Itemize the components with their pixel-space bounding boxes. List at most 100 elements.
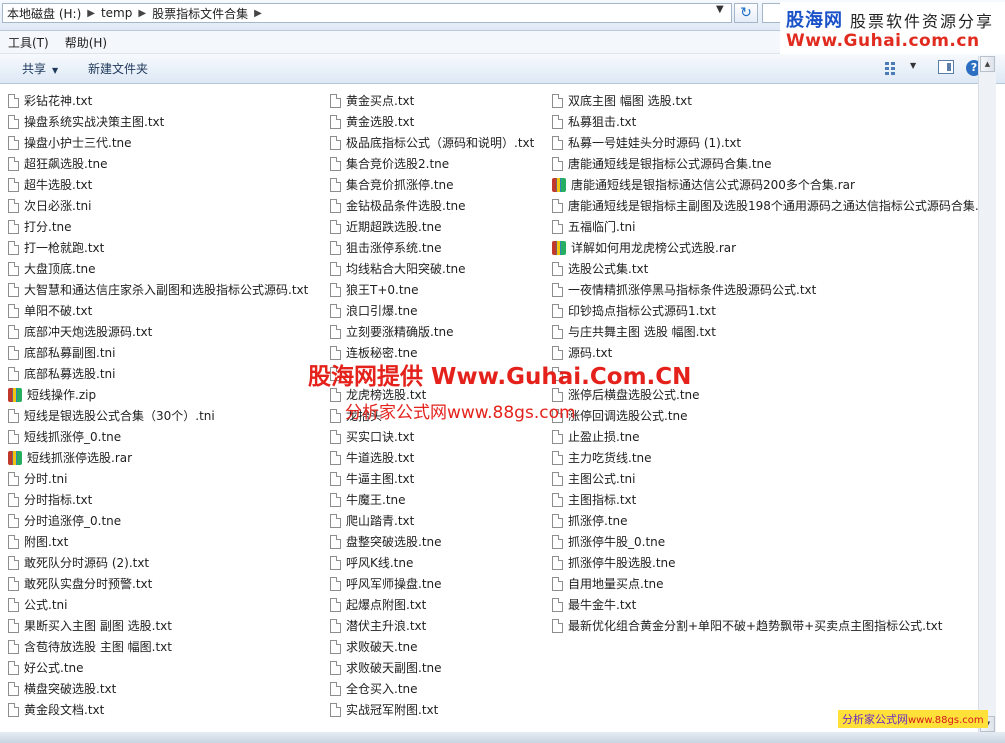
file-item[interactable]: 好公式.tne [8,657,308,678]
file-item[interactable]: 五福临门.tni [552,216,978,237]
file-item[interactable]: 潜伏主升浪.txt [330,615,534,636]
file-item[interactable]: 单阳不破.txt [8,300,308,321]
file-item[interactable]: 附图.txt [8,531,308,552]
file-item[interactable]: 选股公式集.txt [552,258,978,279]
file-item[interactable]: 狼王T+0.tne [330,279,534,300]
file-item[interactable]: 抓涨停牛股_0.tne [552,531,978,552]
file-item[interactable]: 呼风K线.tne [330,552,534,573]
menu-tools[interactable]: 工具(T) [8,34,49,51]
breadcrumb[interactable]: 本地磁盘 (H:) ▶ temp ▶ 股票指标文件合集 ▶ [2,3,732,23]
file-item[interactable]: 黄金段文档.txt [8,699,308,720]
breadcrumb-chevron-icon[interactable]: ▶ [254,8,262,19]
text-file-icon [330,450,341,465]
file-item[interactable]: 次日必涨.tni [8,195,308,216]
file-item[interactable]: 全仓买入.tne [330,678,534,699]
share-button[interactable]: 共享 ▼ [22,60,58,77]
file-item[interactable]: 近期超跌选股.tne [330,216,534,237]
file-item[interactable]: 牛魔王.tne [330,489,534,510]
file-item[interactable]: 短线是银选股公式合集（30个）.tni [8,405,308,426]
file-item[interactable]: 短线抓涨停_0.tne [8,426,308,447]
file-item[interactable]: 止盈止损.tne [552,426,978,447]
file-item[interactable]: 大智慧和通达信庄家杀入副图和选股指标公式源码.txt [8,279,308,300]
file-item[interactable]: 浪口引爆.tne [330,300,534,321]
file-item[interactable]: 彩钻花神.txt [8,90,308,111]
file-item[interactable]: 牛道选股.txt [330,447,534,468]
file-item[interactable]: 短线操作.zip [8,384,308,405]
file-item[interactable]: 操盘系统实战决策主图.txt [8,111,308,132]
file-item[interactable]: 主图公式.tni [552,468,978,489]
new-folder-button[interactable]: 新建文件夹 [88,60,148,77]
breadcrumb-current-folder[interactable]: 股票指标文件合集 [152,5,248,22]
file-item[interactable]: 盘整突破选股.tne [330,531,534,552]
file-item[interactable]: 一夜情精抓涨停黑马指标条件选股源码公式.txt [552,279,978,300]
refresh-icon[interactable]: ↻ [734,3,758,23]
file-item[interactable]: 敢死队分时源码 (2).txt [8,552,308,573]
breadcrumb-chevron-icon[interactable]: ▶ [138,8,146,19]
file-item[interactable]: 实战冠军附图.txt [330,699,534,720]
file-item[interactable]: 涨停回调选股公式.tne [552,405,978,426]
file-item[interactable]: 唐能通短线是银指标通达信公式源码200多个合集.rar [552,174,978,195]
file-item[interactable]: 大盘顶底.tne [8,258,308,279]
file-item[interactable]: 底部冲天炮选股源码.txt [8,321,308,342]
breadcrumb-chevron-icon[interactable]: ▶ [87,8,95,19]
address-dropdown-icon[interactable]: ▼ [716,4,730,22]
file-item[interactable]: 狙击涨停系统.tne [330,237,534,258]
file-item[interactable]: 黄金选股.txt [330,111,534,132]
file-item[interactable]: 私募一号娃娃头分时源码 (1).txt [552,132,978,153]
text-file-icon [8,534,19,549]
file-item[interactable]: 超牛选股.txt [8,174,308,195]
file-item[interactable]: 起爆点附图.txt [330,594,534,615]
file-name: 大盘顶底.tne [24,262,96,276]
file-item[interactable]: 主力吃货线.tne [552,447,978,468]
breadcrumb-drive[interactable]: 本地磁盘 (H:) [7,5,81,22]
view-options-icon[interactable] [884,61,900,75]
file-item[interactable]: 底部私募副图.tni [8,342,308,363]
file-item[interactable]: 立刻要涨精确版.tne [330,321,534,342]
file-item[interactable]: 双底主图 幅图 选股.txt [552,90,978,111]
file-item[interactable]: 详解如何用龙虎榜公式选股.rar [552,237,978,258]
file-item[interactable]: 公式.tni [8,594,308,615]
file-item[interactable]: 打分.tne [8,216,308,237]
file-item[interactable]: 抓涨停.tne [552,510,978,531]
file-item[interactable]: 自用地量买点.tne [552,573,978,594]
file-item[interactable]: 呼风军师操盘.tne [330,573,534,594]
file-item[interactable]: 果断买入主图 副图 选股.txt [8,615,308,636]
file-item[interactable]: 爬山踏青.txt [330,510,534,531]
breadcrumb-temp[interactable]: temp [101,6,132,20]
file-item[interactable]: 底部私募选股.tni [8,363,308,384]
menu-help[interactable]: 帮助(H) [65,34,107,51]
file-item[interactable]: 集合竞价选股2.tne [330,153,534,174]
file-item[interactable]: 唐能通短线是银指标公式源码合集.tne [552,153,978,174]
file-item[interactable]: 分时追涨停_0.tne [8,510,308,531]
scroll-up-icon[interactable]: ▲ [980,56,995,72]
file-item[interactable]: 含苞待放选股 主图 幅图.txt [8,636,308,657]
file-item[interactable]: 均线粘合大阳突破.tne [330,258,534,279]
file-item[interactable]: 分时指标.txt [8,489,308,510]
file-item[interactable]: 敢死队实盘分时预警.txt [8,573,308,594]
file-item[interactable]: 超狂飙选股.tne [8,153,308,174]
preview-pane-icon[interactable] [938,60,954,74]
file-item[interactable]: 黄金买点.txt [330,90,534,111]
file-item[interactable]: 操盘小护士三代.tne [8,132,308,153]
file-item[interactable]: 打一枪就跑.txt [8,237,308,258]
file-item[interactable]: 私募狙击.txt [552,111,978,132]
file-item[interactable]: 最新优化组合黄金分割+单阳不破+趋势飘带+买卖点主图指标公式.txt [552,615,978,636]
vertical-scrollbar[interactable]: ▲ ▼ [978,56,996,732]
file-item[interactable]: 短线抓涨停选股.rar [8,447,308,468]
file-item[interactable]: 集合竞价抓涨停.tne [330,174,534,195]
file-item[interactable]: 唐能通短线是银指标主副图及选股198个通用源码之通达信指标公式源码合集.tne [552,195,978,216]
file-item[interactable]: 买实口诀.txt [330,426,534,447]
file-item[interactable]: 印钞捣点指标公式源码1.txt [552,300,978,321]
file-item[interactable]: 主图指标.txt [552,489,978,510]
file-item[interactable]: 与庄共舞主图 选股 幅图.txt [552,321,978,342]
file-item[interactable]: 极品底指标公式（源码和说明）.txt [330,132,534,153]
file-item[interactable]: 金钻极品条件选股.tne [330,195,534,216]
file-item[interactable]: 抓涨停牛股选股.tne [552,552,978,573]
file-item[interactable]: 横盘突破选股.txt [8,678,308,699]
view-dropdown-icon[interactable]: ▼ [910,61,916,70]
file-item[interactable]: 求败破天副图.tne [330,657,534,678]
file-item[interactable]: 最牛金牛.txt [552,594,978,615]
file-item[interactable]: 求败破天.tne [330,636,534,657]
file-item[interactable]: 牛逼主图.txt [330,468,534,489]
file-item[interactable]: 分时.tni [8,468,308,489]
